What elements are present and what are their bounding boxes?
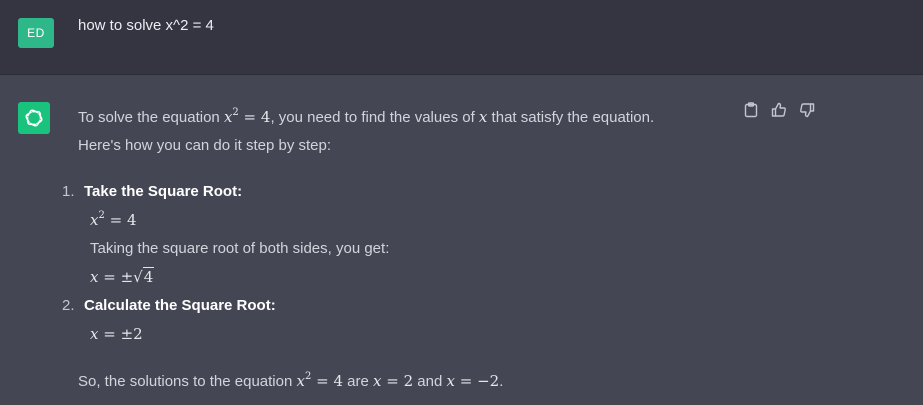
assistant-message-row: To solve the equation x2 = 4 , you need t…: [0, 75, 923, 405]
step-2: 2. Calculate the Square Root: x = ±2: [62, 292, 718, 349]
step-1-equation-2: x = ±√4: [84, 263, 718, 292]
thumbs-up-button[interactable]: [770, 101, 788, 119]
step-2-title: Calculate the Square Root:: [84, 297, 276, 314]
copy-button[interactable]: [742, 101, 760, 119]
intro-text-c: that satisfy the equation.: [487, 109, 655, 126]
step-1: 1. Take the Square Root: x2 = 4 Taking t…: [62, 178, 718, 292]
user-avatar: ED: [18, 18, 54, 48]
assistant-avatar: [18, 102, 50, 134]
step-2-number: 2.: [62, 297, 75, 314]
assistant-message-content: To solve the equation x2 = 4 , you need t…: [62, 103, 718, 396]
thumbs-down-icon: [800, 103, 815, 118]
step-1-title: Take the Square Root:: [84, 183, 243, 200]
intro-eq-rest: = 4: [238, 108, 271, 126]
intro-text-b: , you need to find the values of: [270, 109, 479, 126]
intro-line-2: Here's how you can do it step by step:: [78, 137, 332, 154]
intro-text-a: To solve the equation: [78, 109, 224, 126]
summary-line: So, the solutions to the equation x2 = 4…: [78, 371, 504, 391]
step-1-text: Taking the square root of both sides, yo…: [90, 240, 390, 257]
thumbs-up-icon: [771, 102, 786, 117]
user-message-row: ED how to solve x^2 = 4: [0, 0, 923, 75]
message-actions: [742, 101, 816, 119]
clipboard-icon: [744, 102, 758, 118]
step-1-number: 1.: [62, 183, 75, 200]
sqrt-symbol: √4: [133, 267, 155, 286]
thumbs-down-button[interactable]: [798, 101, 816, 119]
step-1-equation-1: x2 = 4: [90, 210, 137, 230]
intro-line-1: To solve the equation x2 = 4, you need t…: [78, 103, 718, 132]
openai-logo-icon: [25, 109, 43, 127]
user-message-text: how to solve x^2 = 4: [78, 17, 214, 34]
step-2-equation: x = ±2: [90, 325, 143, 343]
